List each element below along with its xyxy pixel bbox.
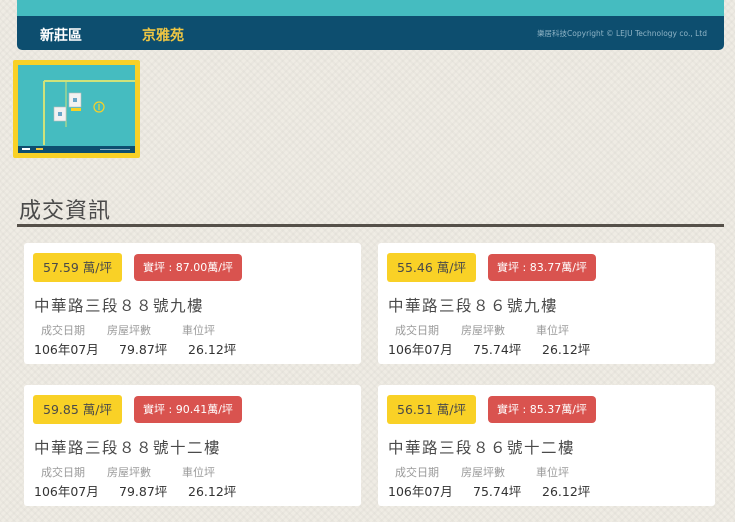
date-label: 成交日期 xyxy=(41,466,85,479)
date-value: 106年07月 xyxy=(34,484,99,499)
transaction-card[interactable]: 59.85 萬/坪 實坪 : 90.41萬/坪 中華路三段８８號十二樓 成交日期… xyxy=(24,385,361,506)
address: 中華路三段８８號十二樓 xyxy=(34,439,222,457)
parking-value: 26.12坪 xyxy=(188,342,237,357)
map-thumbnail-icon xyxy=(18,65,135,153)
date-label: 成交日期 xyxy=(41,324,85,337)
real-price-badge: 實坪 : 85.37萬/坪 xyxy=(488,396,596,423)
area-value: 79.87坪 xyxy=(119,342,168,357)
parking-label: 車位坪 xyxy=(536,466,569,479)
area-value: 79.87坪 xyxy=(119,484,168,499)
unit-price-badge: 55.46 萬/坪 xyxy=(387,253,476,282)
map-info-bar: 新莊區 京雅苑 樂居科技Copyright © LEJU Technology … xyxy=(17,16,724,50)
real-price-badge: 實坪 : 87.00萬/坪 xyxy=(134,254,242,281)
area-value: 75.74坪 xyxy=(473,484,522,499)
date-value: 106年07月 xyxy=(388,342,453,357)
address: 中華路三段８８號九樓 xyxy=(34,297,205,315)
unit-price-badge: 56.51 萬/坪 xyxy=(387,395,476,424)
map-thumbnail-image xyxy=(18,65,135,153)
area-label: 房屋坪數 xyxy=(107,324,151,337)
real-price-badge: 實坪 : 90.41萬/坪 xyxy=(134,396,242,423)
section-title: 成交資訊 xyxy=(19,199,112,224)
parking-value: 26.12坪 xyxy=(542,484,591,499)
copyright-text: 樂居科技Copyright © LEJU Technology co., Ltd xyxy=(537,29,707,38)
area-value: 75.74坪 xyxy=(473,342,522,357)
parking-label: 車位坪 xyxy=(182,466,215,479)
date-label: 成交日期 xyxy=(395,324,439,337)
district-name[interactable]: 新莊區 xyxy=(40,25,82,45)
map-header-bar: 新莊區 京雅苑 樂居科技Copyright © LEJU Technology … xyxy=(17,0,724,50)
parking-label: 車位坪 xyxy=(536,324,569,337)
date-label: 成交日期 xyxy=(395,466,439,479)
map-thumbnail[interactable] xyxy=(13,60,140,158)
area-label: 房屋坪數 xyxy=(107,466,151,479)
address: 中華路三段８６號十二樓 xyxy=(388,439,576,457)
transaction-card[interactable]: 56.51 萬/坪 實坪 : 85.37萬/坪 中華路三段８６號十二樓 成交日期… xyxy=(378,385,715,506)
parking-value: 26.12坪 xyxy=(188,484,237,499)
address: 中華路三段８６號九樓 xyxy=(388,297,559,315)
section-divider xyxy=(17,224,724,227)
map-strip xyxy=(17,0,724,16)
parking-label: 車位坪 xyxy=(182,324,215,337)
unit-price-badge: 57.59 萬/坪 xyxy=(33,253,122,282)
date-value: 106年07月 xyxy=(388,484,453,499)
area-label: 房屋坪數 xyxy=(461,324,505,337)
unit-price-badge: 59.85 萬/坪 xyxy=(33,395,122,424)
transaction-card[interactable]: 57.59 萬/坪 實坪 : 87.00萬/坪 中華路三段８８號九樓 成交日期 … xyxy=(24,243,361,364)
date-value: 106年07月 xyxy=(34,342,99,357)
community-name[interactable]: 京雅苑 xyxy=(142,25,184,45)
area-label: 房屋坪數 xyxy=(461,466,505,479)
real-price-badge: 實坪 : 83.77萬/坪 xyxy=(488,254,596,281)
parking-value: 26.12坪 xyxy=(542,342,591,357)
transaction-card[interactable]: 55.46 萬/坪 實坪 : 83.77萬/坪 中華路三段８６號九樓 成交日期 … xyxy=(378,243,715,364)
